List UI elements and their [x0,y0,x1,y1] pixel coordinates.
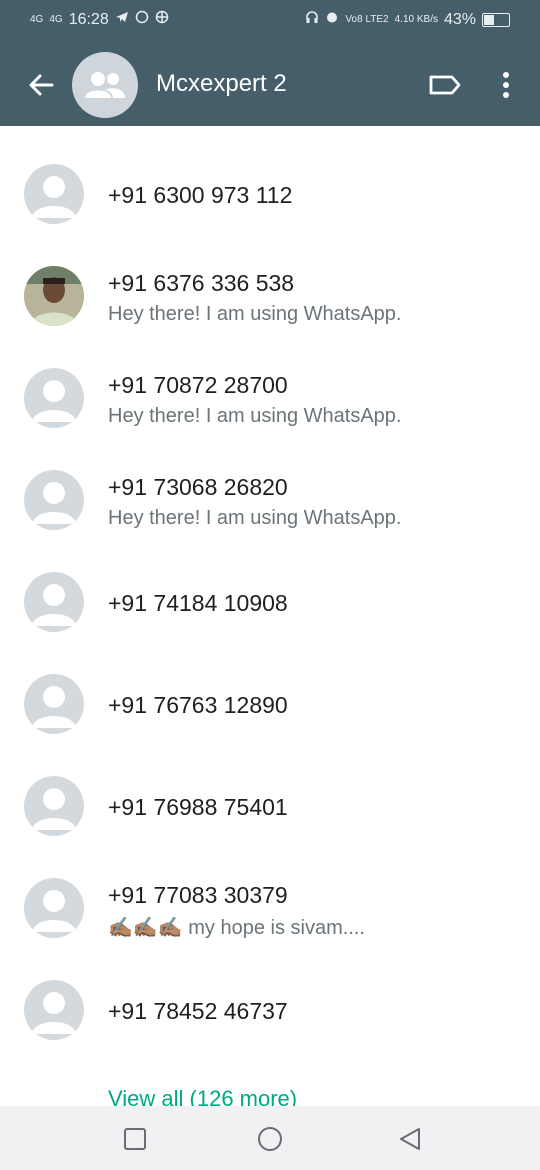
list-item[interactable]: +91 6376 336 538 Hey there! I am using W… [0,248,540,348]
more-options-icon[interactable] [498,70,514,100]
recents-icon[interactable] [120,1124,150,1154]
group-icon [85,72,125,98]
home-icon[interactable] [255,1124,285,1154]
telegram-icon [115,10,129,29]
list-item[interactable]: +91 73068 26820 Hey there! I am using Wh… [0,452,540,552]
participant-phone: +91 77083 30379 [108,882,288,908]
signal-2-label: 4G [49,13,63,25]
back-arrow-icon[interactable] [26,70,56,100]
top-bar: 4G 4G 16:28 Vo8 LTE2 4.10 KB/s 43% Mcxex… [0,0,540,126]
clock: 16:28 [68,10,109,28]
volte-label: Vo8 LTE2 [345,13,389,25]
list-item[interactable]: +91 6300 973 112 [0,146,540,246]
participant-phone: +91 6300 973 112 [108,182,293,208]
profile-photo [24,266,84,326]
list-item[interactable]: +91 76763 12890 [0,656,540,756]
default-avatar-icon [24,368,84,428]
list-item[interactable]: +91 78452 46737 [0,962,540,1062]
alarm-icon [325,10,339,29]
list-item[interactable]: +91 77083 30379 ✍🏽✍🏽✍🏽 my hope is sivam.… [0,860,540,960]
group-title[interactable]: Mcxexpert 2 [156,70,287,98]
network-speed: 4.10 KB/s [394,13,438,25]
status-bar: 4G 4G 16:28 Vo8 LTE2 4.10 KB/s 43% [0,0,540,40]
back-nav-icon[interactable] [395,1124,425,1154]
participant-phone: +91 6376 336 538 [108,270,295,296]
list-item[interactable]: +91 74184 10908 [0,554,540,654]
battery-percent: 43% [443,10,476,28]
participant-phone: +91 73068 26820 [108,474,288,500]
battery-icon [482,12,510,27]
group-avatar[interactable] [72,52,138,118]
default-avatar-icon [24,470,84,530]
default-avatar-icon [24,878,84,938]
participant-about: Hey there! I am using WhatsApp. [108,507,402,529]
participant-phone: +91 70872 28700 [108,372,288,398]
app-bar: Mcxexpert 2 [0,44,540,126]
headphones-icon [305,10,319,29]
participant-phone: +91 76988 75401 [108,794,288,820]
list-item[interactable]: +91 76988 75401 [0,758,540,858]
list-item[interactable]: +91 70872 28700 Hey there! I am using Wh… [0,350,540,450]
app-notification-icon [155,10,169,29]
signal-1-label: 4G [30,13,44,25]
participant-about: Hey there! I am using WhatsApp. [108,405,402,427]
participant-phone: +91 78452 46737 [108,998,288,1024]
default-avatar-icon [24,776,84,836]
system-nav-bar [0,1106,540,1170]
default-avatar-icon [24,164,84,224]
whatsapp-icon [135,10,149,29]
default-avatar-icon [24,572,84,632]
participant-about: Hey there! I am using WhatsApp. [108,303,402,325]
participant-phone: +91 76763 12890 [108,692,288,718]
participant-phone: +91 74184 10908 [108,590,288,616]
participant-about: ✍🏽✍🏽✍🏽 my hope is sivam.... [108,917,365,939]
label-icon[interactable] [428,74,462,96]
default-avatar-icon [24,674,84,734]
default-avatar-icon [24,980,84,1040]
